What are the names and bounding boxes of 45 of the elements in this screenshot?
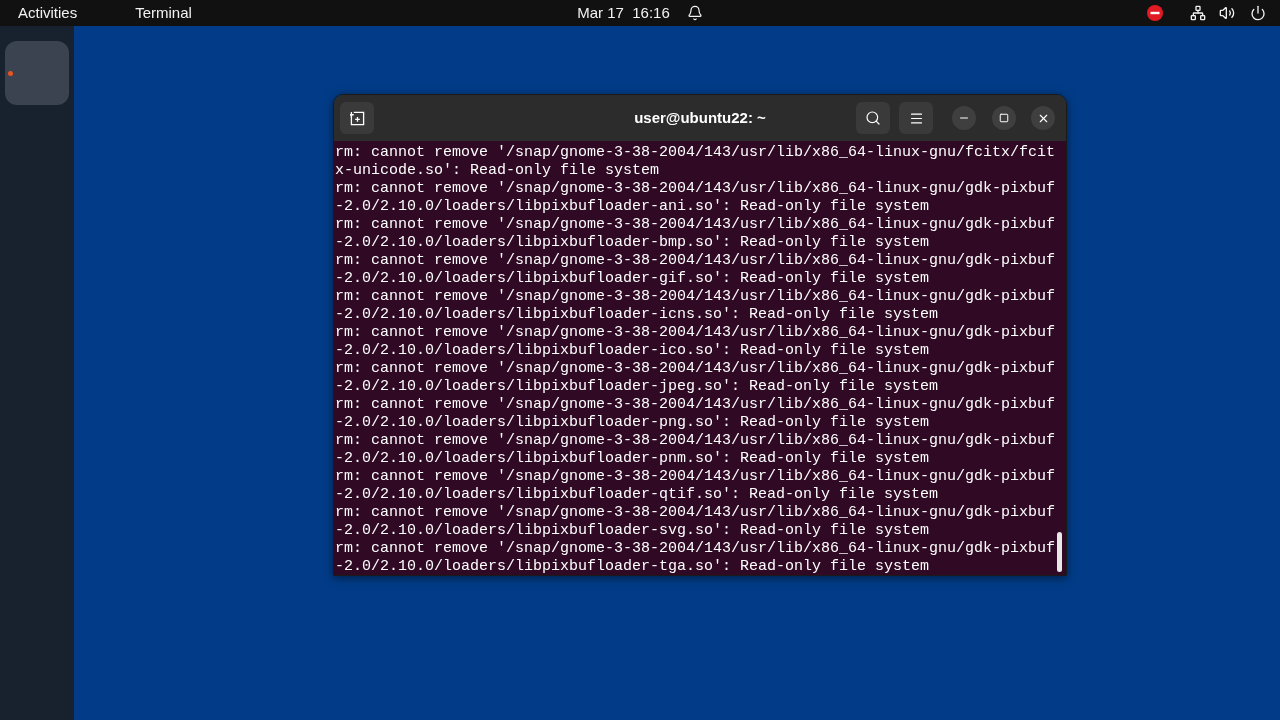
- search-button[interactable]: [856, 102, 890, 134]
- terminal-line: rm: cannot remove '/snap/gnome-3-38-2004/143/usr/lib/x86_64-linux-gnu/gdk-pixbuf: [335, 288, 1056, 306]
- power-icon[interactable]: [1250, 5, 1266, 21]
- new-tab-icon: [349, 110, 365, 126]
- dock-app-tile[interactable]: [5, 41, 69, 105]
- search-icon: [865, 110, 881, 126]
- terminal-line: -2.0/2.10.0/loaders/libpixbufloader-tga.so': Read-only file system: [335, 558, 930, 575]
- terminal-line: rm: cannot remove '/snap/gnome-3-38-2004/143/usr/lib/x86_64-linux-gnu/gdk-pixbuf: [335, 396, 1056, 414]
- minimize-button[interactable]: [952, 106, 976, 130]
- terminal-line: -2.0/2.10.0/loaders/libpixbufloader-png.so': Read-only file system: [335, 414, 930, 432]
- terminal-line: rm: cannot remove '/snap/gnome-3-38-2004/143/usr/lib/x86_64-linux-gnu/gdk-pixbuf: [335, 180, 1056, 198]
- window-title: user@ubuntu22: ~: [634, 107, 766, 128]
- terminal-line: rm: cannot remove '/snap/gnome-3-38-2004/143/usr/lib/x86_64-linux-gnu/gdk-pixbuf: [335, 216, 1056, 234]
- notification-bell-icon[interactable]: [686, 5, 703, 21]
- terminal-line: x-unicode.so': Read-only file system: [335, 162, 660, 180]
- terminal-line: rm: cannot remove '/snap/gnome-3-38-2004/143/usr/lib/x86_64-linux-gnu/gdk-pixbuf: [335, 252, 1056, 270]
- network-icon[interactable]: [1190, 5, 1206, 21]
- terminal-line: rm: cannot remove '/snap/gnome-3-38-2004/143/usr/lib/x86_64-linux-gnu/gdk-pixbuf: [335, 540, 1056, 558]
- terminal-line: rm: cannot remove '/snap/gnome-3-38-2004/143/usr/lib/x86_64-linux-gnu/gdk-pixbuf: [335, 504, 1056, 522]
- terminal-line: -2.0/2.10.0/loaders/libpixbufloader-ani.so': Read-only file system: [335, 198, 930, 216]
- terminal-line: rm: cannot remove '/snap/gnome-3-38-2004/143/usr/lib/x86_64-linux-gnu/gdk-pixbuf: [335, 324, 1056, 342]
- terminal-line: rm: cannot remove '/snap/gnome-3-38-2004/143/usr/lib/x86_64-linux-gnu/gdk-pixbuf: [335, 432, 1056, 450]
- terminal-line: -2.0/2.10.0/loaders/libpixbufloader-pnm.so': Read-only file system: [335, 450, 930, 468]
- terminal-line: -2.0/2.10.0/loaders/libpixbufloader-qtif.so': Read-only file system: [335, 486, 939, 504]
- do-not-disturb-icon[interactable]: [1147, 5, 1163, 21]
- terminal-line: rm: cannot remove '/snap/gnome-3-38-2004/143/usr/lib/x86_64-linux-gnu/gdk-pixbuf: [335, 360, 1056, 378]
- terminal-line: rm: cannot remove '/snap/gnome-3-38-2004/143/usr/lib/x86_64-linux-gnu/gdk-pixbuf: [335, 468, 1056, 486]
- maximize-icon: [999, 113, 1009, 123]
- terminal-line: -2.0/2.10.0/loaders/libpixbufloader-icns.so': Read-only file system: [335, 306, 939, 324]
- menu-button[interactable]: [899, 102, 933, 134]
- volume-icon[interactable]: [1219, 5, 1235, 21]
- close-button[interactable]: [1031, 106, 1055, 130]
- clock[interactable]: Mar 17 16:16: [577, 1, 670, 25]
- terminal-line: -2.0/2.10.0/loaders/libpixbufloader-ico.so': Read-only file system: [335, 342, 930, 360]
- new-tab-button[interactable]: [340, 102, 374, 134]
- terminal-line: -2.0/2.10.0/loaders/libpixbufloader-gif.so': Read-only file system: [335, 270, 930, 288]
- menu-icon: [908, 110, 924, 126]
- app-menu[interactable]: Terminal: [135, 1, 192, 25]
- terminal-line: -2.0/2.10.0/loaders/libpixbufloader-bmp.so': Read-only file system: [335, 234, 930, 252]
- scrollbar[interactable]: [1057, 532, 1062, 572]
- terminal-line: rm: cannot remove '/snap/gnome-3-38-2004/143/usr/lib/x86_64-linux-gnu/fcitx/fcit: [335, 144, 1056, 162]
- terminal-line: -2.0/2.10.0/loaders/libpixbufloader-jpeg.so': Read-only file system: [335, 378, 939, 396]
- terminal-line: -2.0/2.10.0/loaders/libpixbufloader-svg.so': Read-only file system: [335, 522, 930, 540]
- activities-button[interactable]: Activities: [18, 1, 78, 25]
- maximize-button[interactable]: [992, 106, 1016, 130]
